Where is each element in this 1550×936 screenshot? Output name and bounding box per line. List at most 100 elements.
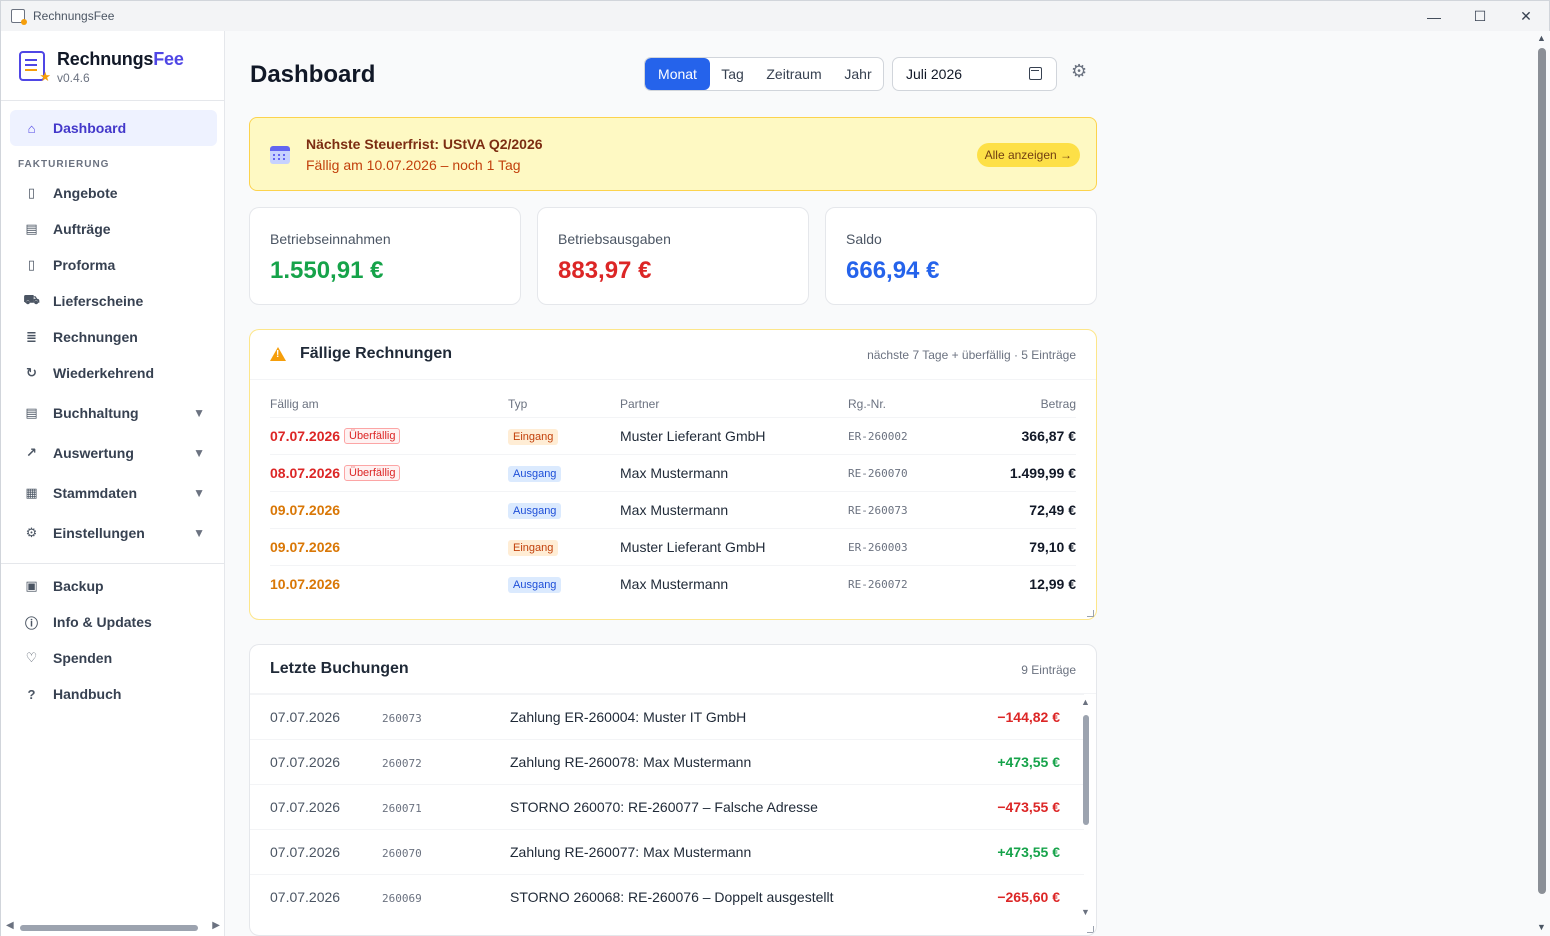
table-row[interactable]: 09.07.2026 Ausgang Max Mustermann RE-260073…	[270, 491, 1076, 528]
sidebar-item-label: Einstellungen	[53, 525, 145, 541]
main-vertical-scrollbar[interactable]: ▲ ▼	[1534, 31, 1550, 936]
due-meta: nächste 7 Tage + überfällig · 5 Einträge	[867, 348, 1076, 362]
close-button[interactable]: ✕	[1503, 1, 1549, 32]
booking-number: 260069	[382, 892, 422, 905]
period-month-input[interactable]: Juli 2026	[892, 57, 1057, 91]
database-icon: ▦	[25, 485, 38, 500]
sidebar-item-label: Angebote	[53, 185, 118, 201]
sidebar-item-backup[interactable]: ▣ Backup	[10, 568, 217, 604]
column-header[interactable]: Rg.-Nr.	[848, 397, 886, 411]
sidebar-item-stammdaten[interactable]: ▦ Stammdaten ▼	[10, 475, 217, 511]
list-item[interactable]: 07.07.2026 260071 STORNO 260070: RE-260077…	[250, 784, 1084, 829]
scroll-up-icon[interactable]: ▲	[1537, 33, 1546, 43]
sidebar-item-label: Proforma	[53, 257, 116, 273]
table-row[interactable]: 07.07.2026 Überfällig Eingang Muster Liefer…	[270, 417, 1076, 454]
due-invoices-card: Fällige Rechnungen nächste 7 Tage + über…	[249, 329, 1097, 620]
sidebar-horizontal-scrollbar[interactable]: ◀ ▶	[6, 920, 220, 932]
table-row[interactable]: 10.07.2026 Ausgang Max Mustermann RE-260072…	[270, 565, 1076, 602]
scroll-down-icon[interactable]: ▼	[1081, 907, 1090, 917]
sidebar-item-handbuch[interactable]: ? Handbuch	[10, 676, 217, 712]
sidebar-item-wiederkehrend[interactable]: ↻ Wiederkehrend	[10, 355, 217, 391]
kpi-value: 1.550,91 €	[270, 257, 384, 284]
kpi-label: Betriebseinnahmen	[270, 231, 391, 247]
column-header[interactable]: Betrag	[1041, 397, 1076, 411]
resize-handle[interactable]	[1087, 610, 1094, 617]
brand-name: RechnungsFee	[57, 49, 184, 69]
list-item[interactable]: 07.07.2026 260070 Zahlung RE-260077: Max M…	[250, 829, 1084, 874]
amount: 366,87 €	[1021, 428, 1077, 444]
scroll-down-icon[interactable]: ▼	[1537, 922, 1546, 932]
booking-text: Zahlung ER-260004: Muster IT GmbH	[510, 709, 747, 725]
bookings-meta: 9 Einträge	[1021, 663, 1076, 677]
invoice-number[interactable]: RE-260072	[848, 578, 908, 591]
tab-monat[interactable]: Monat	[645, 58, 710, 90]
booking-amount: −473,55 €	[997, 799, 1060, 815]
sidebar: RechnungsFee v0.4.6 ⌂ Dashboard FAKTURIE…	[0, 31, 225, 936]
scrollbar-thumb[interactable]	[1538, 48, 1546, 894]
invoice-number[interactable]: ER-260002	[848, 430, 908, 443]
list-item[interactable]: 07.07.2026 260073 Zahlung ER-260004: Muste…	[250, 694, 1084, 739]
partner: Max Mustermann	[620, 502, 729, 518]
maximize-button[interactable]: ☐	[1457, 1, 1503, 32]
sidebar-item-rechnungen[interactable]: ≣ Rechnungen	[10, 319, 217, 355]
chevron-down-icon[interactable]: ▼	[193, 406, 205, 420]
sidebar-item-info-updates[interactable]: ⓘ Info & Updates	[10, 604, 217, 640]
sidebar-item-auswertung[interactable]: ↗ Auswertung ▼	[10, 435, 217, 471]
help-icon: ?	[27, 686, 36, 702]
sidebar-item-buchhaltung[interactable]: ▤ Buchhaltung ▼	[10, 395, 217, 431]
home-icon: ⌂	[27, 120, 36, 136]
booking-amount: +473,55 €	[997, 754, 1060, 770]
alert-title: Nächste Steuerfrist: UStVA Q2/2026	[306, 136, 543, 152]
section-fakturierung: FAKTURIERUNG	[18, 159, 110, 170]
tab-jahr[interactable]: Jahr	[833, 58, 883, 90]
sidebar-item-proforma[interactable]: ▯ Proforma	[10, 247, 217, 283]
invoice-number[interactable]: ER-260003	[848, 541, 908, 554]
scroll-right-icon[interactable]: ▶	[212, 920, 220, 931]
table-row[interactable]: 09.07.2026 Eingang Muster Lieferant GmbH ER…	[270, 528, 1076, 565]
gear-icon[interactable]: ⚙	[1071, 61, 1087, 82]
scrollbar-thumb[interactable]	[1083, 715, 1089, 825]
chevron-down-icon[interactable]: ▼	[193, 526, 205, 540]
sidebar-item-label: Stammdaten	[53, 485, 138, 501]
tab-zeitraum[interactable]: Zeitraum	[755, 58, 833, 90]
amount: 79,10 €	[1029, 539, 1076, 555]
column-header[interactable]: Typ	[508, 397, 527, 411]
booking-amount: −144,82 €	[997, 709, 1060, 725]
sidebar-item-spenden[interactable]: ♡ Spenden	[10, 640, 217, 676]
sidebar-item-lieferscheine[interactable]: ⛟ Lieferscheine	[10, 283, 217, 319]
sidebar-item-label: Info & Updates	[53, 614, 152, 630]
chevron-down-icon[interactable]: ▼	[193, 486, 205, 500]
list-item[interactable]: 07.07.2026 260072 Zahlung RE-260078: Max M…	[250, 739, 1084, 784]
sidebar-item-label: Handbuch	[53, 686, 122, 702]
due-title: Fällige Rechnungen	[300, 345, 453, 362]
invoice-number[interactable]: RE-260073	[848, 504, 908, 517]
sidebar-item-label: Aufträge	[53, 221, 111, 237]
bookings-scrollbar[interactable]: ▲ ▼	[1080, 695, 1092, 917]
sidebar-item-einstellungen[interactable]: ⚙ Einstellungen ▼	[10, 515, 217, 551]
bookings-title: Letzte Buchungen	[270, 660, 409, 677]
resize-handle[interactable]	[1087, 926, 1094, 933]
trending-icon: ↗	[26, 445, 37, 460]
column-header[interactable]: Partner	[620, 397, 659, 411]
calendar-icon	[270, 146, 290, 164]
chevron-down-icon[interactable]: ▼	[193, 446, 205, 460]
column-header[interactable]: Fällig am	[270, 397, 319, 411]
sidebar-item-aufträge[interactable]: ▤ Aufträge	[10, 211, 217, 247]
booking-date: 07.07.2026	[270, 799, 341, 815]
alert-subtitle: Fällig am 10.07.2026 – noch 1 Tag	[306, 157, 521, 173]
sidebar-item-dashboard[interactable]: ⌂ Dashboard	[10, 110, 217, 146]
page-title: Dashboard	[250, 61, 376, 88]
list-item[interactable]: 07.07.2026 260069 STORNO 260068: RE-260076…	[250, 874, 1084, 919]
scrollbar-thumb[interactable]	[20, 925, 198, 931]
scroll-left-icon[interactable]: ◀	[6, 920, 14, 931]
invoice-icon: ≣	[26, 329, 37, 344]
invoice-number[interactable]: RE-260070	[848, 467, 908, 480]
show-all-button[interactable]: Alle anzeigen →	[976, 143, 1080, 167]
scroll-up-icon[interactable]: ▲	[1081, 697, 1090, 707]
sidebar-item-angebote[interactable]: ▯ Angebote	[10, 175, 217, 211]
table-row[interactable]: 08.07.2026 Überfällig Ausgang Max Musterman…	[270, 454, 1076, 491]
repeat-icon: ↻	[26, 365, 37, 380]
calendar-icon[interactable]	[1029, 67, 1042, 80]
tab-tag[interactable]: Tag	[710, 58, 755, 90]
minimize-button[interactable]: —	[1411, 1, 1457, 32]
